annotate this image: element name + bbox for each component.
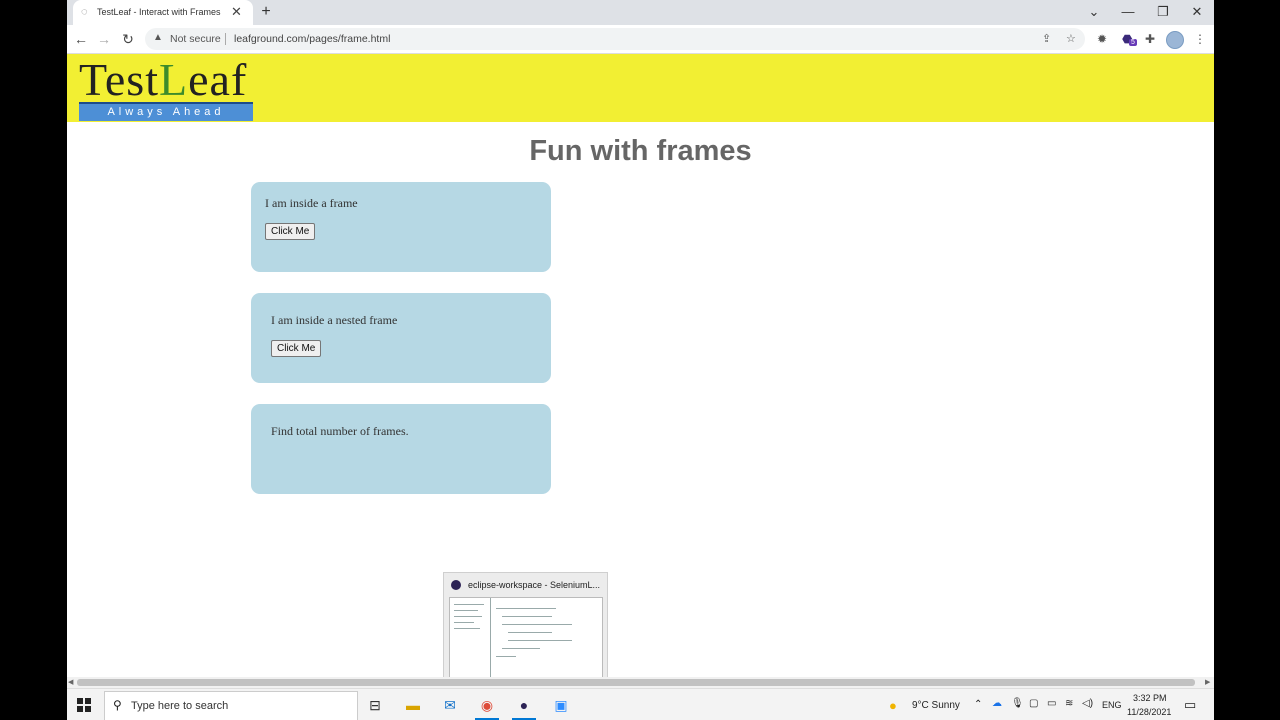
scrollbar-thumb[interactable] (77, 679, 1195, 686)
search-placeholder: Type here to search (131, 700, 229, 712)
reload-icon[interactable]: ↻ (119, 30, 137, 48)
tab-strip: ◌ TestLeaf - Interact with Frames ✕ + ⌄ … (67, 0, 1214, 25)
browser-toolbar: ← → ↻ ▲ Not secure leafground.com/pages/… (67, 25, 1214, 54)
scroll-left-icon[interactable]: ◀ (68, 677, 73, 688)
security-label[interactable]: Not secure (170, 33, 221, 45)
eclipse-window-thumbnail[interactable]: eclipse-workspace - SeleniumL... (443, 572, 608, 692)
logo-leaf-letter: L (159, 54, 189, 105)
bookmark-star-icon[interactable]: ☆ (1066, 32, 1076, 45)
close-window-button[interactable]: ✕ (1187, 3, 1207, 21)
url-text[interactable]: leafground.com/pages/frame.html (234, 33, 390, 45)
language-indicator[interactable]: ENG (1102, 700, 1122, 710)
thumbnail-preview (449, 597, 603, 687)
chrome-icon[interactable]: ◉ (477, 696, 497, 714)
extension-badge: 5 (1129, 39, 1137, 46)
new-tab-button[interactable]: + (257, 3, 275, 21)
frame-count-text: Find total number of frames. (271, 424, 409, 438)
frame-3: Find total number of frames. (251, 404, 551, 494)
windows-start-icon[interactable] (77, 698, 91, 712)
omnibox-divider (225, 33, 226, 45)
logo-text-prefix: Test (79, 54, 159, 105)
restore-button[interactable]: ❐ (1153, 3, 1173, 21)
logo-text-suffix: eaf (188, 54, 248, 105)
zoom-icon[interactable]: ▣ (551, 696, 571, 714)
microphone-icon[interactable]: 🎙 (1011, 698, 1024, 709)
menu-kebab-icon[interactable]: ⋮ (1194, 31, 1206, 47)
tab-title: TestLeaf - Interact with Frames (97, 7, 221, 17)
frame-1-text: I am inside a frame (265, 196, 358, 210)
taskbar-search-box[interactable]: ⚲ Type here to search (104, 691, 358, 720)
wifi-icon[interactable]: ≋ (1065, 698, 1073, 709)
task-view-icon[interactable]: ⊟ (365, 696, 385, 714)
mail-icon[interactable]: ✉ (440, 696, 460, 714)
extension-bug-icon[interactable]: ✹ (1097, 31, 1107, 47)
forward-icon[interactable]: → (95, 30, 113, 48)
browser-tab[interactable]: ◌ TestLeaf - Interact with Frames ✕ (73, 0, 253, 25)
profile-avatar[interactable] (1166, 31, 1184, 49)
page-title: Fun with frames (529, 135, 752, 167)
battery-icon[interactable]: ▭ (1047, 698, 1056, 709)
share-icon[interactable]: ⇪ (1042, 32, 1051, 45)
eclipse-icon (451, 580, 461, 590)
minimize-button[interactable]: — (1118, 3, 1138, 21)
scroll-right-icon[interactable]: ▶ (1205, 677, 1210, 688)
search-icon: ⚲ (113, 698, 122, 712)
logo-tagline: Always Ahead (79, 102, 253, 121)
site-logo[interactable]: TestLeaf (79, 54, 247, 106)
nested-frame-click-button[interactable]: Click Me (271, 340, 322, 357)
frame-1-click-button[interactable]: Click Me (265, 223, 316, 240)
windows-taskbar: ⚲ Type here to search ⊟ ▬ ✉ ◉ ● ▣ ● 9°C … (67, 688, 1214, 720)
file-explorer-icon[interactable]: ▬ (403, 696, 423, 714)
volume-icon[interactable]: ◁) (1082, 698, 1093, 709)
onedrive-icon[interactable]: ☁ (992, 698, 1002, 709)
clock-date[interactable]: 11/28/2021 (1127, 707, 1171, 717)
address-bar[interactable]: ▲ Not secure leafground.com/pages/frame.… (145, 28, 1085, 50)
tab-search-icon[interactable]: ⌄ (1084, 3, 1104, 21)
nested-frame-text: I am inside a nested frame (271, 313, 398, 327)
weather-sun-icon: ● (889, 698, 897, 713)
weather-text[interactable]: 9°C Sunny (912, 700, 960, 711)
meet-now-icon[interactable]: ▢ (1029, 698, 1038, 709)
site-header: TestLeaf Always Ahead (67, 54, 1214, 122)
back-icon[interactable]: ← (72, 30, 90, 48)
notification-icon[interactable]: ▭ (1184, 697, 1196, 713)
extensions-puzzle-icon[interactable]: ✚ (1145, 31, 1155, 47)
loading-icon: ◌ (81, 6, 88, 18)
tray-chevron-icon[interactable]: ⌃ (974, 699, 982, 710)
close-tab-icon[interactable]: ✕ (231, 4, 242, 20)
warning-icon: ▲ (153, 32, 163, 43)
eclipse-taskbar-icon[interactable]: ● (514, 696, 534, 714)
browser-window: ◌ TestLeaf - Interact with Frames ✕ + ⌄ … (67, 0, 1214, 720)
thumbnail-title: eclipse-workspace - SeleniumL... (468, 580, 601, 590)
horizontal-scrollbar[interactable]: ◀ ▶ (67, 677, 1214, 688)
clock-time[interactable]: 3:32 PM (1133, 693, 1167, 703)
frame-1: I am inside a frame Click Me (251, 182, 551, 272)
frame-2: I am inside a nested frame Click Me (251, 293, 551, 383)
